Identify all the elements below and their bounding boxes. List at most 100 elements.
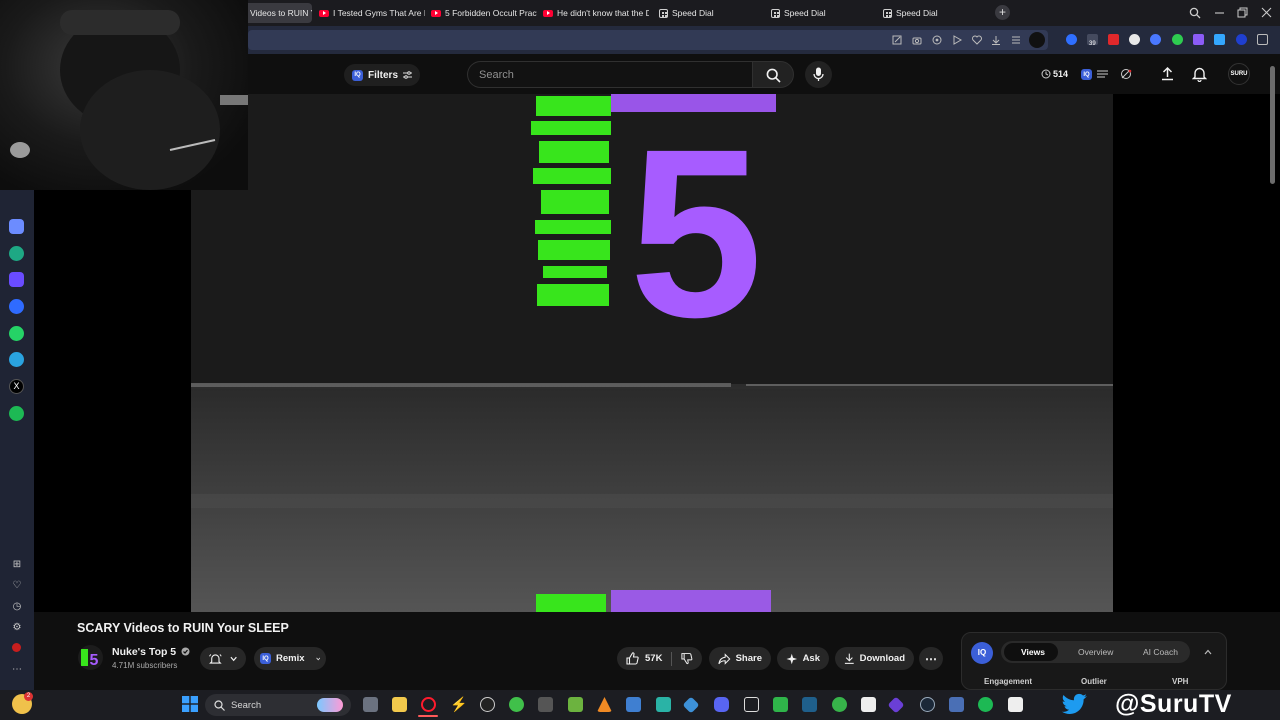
lightning-app-icon[interactable]: ⚡ (450, 697, 467, 712)
heart-icon[interactable]: ♡ (11, 580, 23, 592)
app-icon[interactable] (568, 697, 583, 712)
tab-speed-dial-1[interactable]: Speed Dial (653, 3, 761, 23)
channel-name-text: Nuke's Top 5 (112, 646, 177, 658)
menu-icon[interactable] (1011, 35, 1021, 45)
opera-gx-icon[interactable] (421, 697, 436, 712)
ask-button[interactable]: Ask (777, 647, 829, 670)
heart-icon[interactable] (972, 35, 982, 45)
app-icon[interactable] (832, 697, 847, 712)
search-input[interactable] (467, 61, 753, 88)
tab-youtube-2[interactable]: I Tested Gyms That Are D (313, 3, 425, 23)
filters-label: Filters (368, 69, 399, 81)
app-icon[interactable] (802, 697, 817, 712)
profile-avatar[interactable] (1029, 32, 1045, 48)
app-icon[interactable] (949, 697, 964, 712)
download-label: Download (859, 653, 905, 664)
capcut-icon[interactable] (861, 697, 876, 712)
download-button[interactable]: Download (835, 647, 914, 670)
remix-button[interactable]: IQ Remix (254, 647, 326, 670)
notifications-bell-icon[interactable] (1192, 66, 1207, 82)
address-bar[interactable] (248, 30, 1048, 50)
app-icon[interactable] (773, 697, 788, 712)
settings-icon[interactable]: ⚙ (11, 622, 23, 634)
extension-icon[interactable] (1193, 34, 1204, 45)
tab-search-icon[interactable] (1189, 7, 1201, 19)
chevron-up-icon[interactable] (1204, 649, 1212, 655)
voice-search-button[interactable] (805, 61, 832, 88)
discord-icon[interactable] (714, 697, 729, 712)
upload-icon[interactable] (1160, 66, 1175, 81)
history-icon[interactable]: ◷ (11, 601, 23, 613)
thumbs-down-icon[interactable] (681, 652, 693, 665)
extension-icon[interactable] (1066, 34, 1077, 45)
messenger-icon[interactable] (9, 299, 24, 314)
channel-avatar[interactable]: 5 (78, 645, 103, 670)
tab-youtube-1[interactable]: Videos to RUIN Yo (244, 3, 312, 23)
app-icon[interactable] (509, 697, 524, 712)
subscribed-notifications-button[interactable] (200, 647, 246, 670)
tab-label: Videos to RUIN Yo (250, 8, 312, 18)
whatsapp-icon[interactable] (9, 326, 24, 341)
close-window-icon[interactable] (1261, 7, 1272, 18)
list-icon[interactable] (1097, 69, 1108, 79)
spotify-icon[interactable] (978, 697, 993, 712)
iq-icon: IQ (352, 69, 363, 81)
tab-speed-dial-2[interactable]: Speed Dial (765, 3, 873, 23)
tab-views[interactable]: Views (1021, 647, 1045, 657)
edit-icon[interactable] (892, 35, 902, 45)
app-icon[interactable] (656, 697, 671, 712)
extension-icon[interactable] (1236, 34, 1247, 45)
record-icon[interactable] (12, 643, 21, 652)
more-icon[interactable]: ⋯ (11, 664, 23, 676)
iq-icon[interactable]: IQ (1081, 69, 1092, 80)
windows-start-icon[interactable] (182, 696, 198, 712)
grid-icon[interactable]: ⊞ (11, 559, 23, 571)
webcam-overlay (0, 0, 248, 190)
download-icon[interactable] (991, 35, 1001, 45)
extension-icon[interactable] (1108, 34, 1119, 45)
account-avatar[interactable]: SURU (1228, 63, 1250, 85)
extensions-menu-icon[interactable] (1257, 34, 1268, 45)
filters-button[interactable]: IQ Filters (344, 64, 421, 86)
play-icon[interactable] (952, 35, 962, 45)
sidebar-app-icon[interactable] (9, 272, 24, 287)
spotify-icon[interactable] (9, 406, 24, 421)
taskbar-search[interactable]: Search (205, 694, 351, 716)
tab-youtube-3[interactable]: 5 Forbidden Occult Practic (425, 3, 537, 23)
extension-icon[interactable] (1172, 34, 1183, 45)
app-icon[interactable] (626, 697, 641, 712)
like-button[interactable]: 57K (626, 652, 662, 665)
chatgpt-icon[interactable] (9, 246, 24, 261)
channel-name[interactable]: Nuke's Top 5 (112, 646, 190, 658)
rss-icon[interactable] (1129, 34, 1140, 45)
app-icon[interactable] (744, 697, 759, 712)
video-player[interactable]: 5 (191, 94, 1113, 612)
more-actions-button[interactable]: ⋯ (919, 647, 943, 670)
restore-icon[interactable] (1237, 7, 1248, 18)
x-twitter-icon[interactable]: X (9, 379, 24, 394)
camera-icon[interactable] (912, 35, 922, 45)
tab-youtube-4[interactable]: He didn't know that the D (537, 3, 649, 23)
extension-icon[interactable] (1214, 34, 1225, 45)
shield-icon[interactable] (932, 35, 942, 45)
steam-icon[interactable] (920, 697, 935, 712)
tab-ai-coach[interactable]: AI Coach (1143, 647, 1178, 657)
telegram-icon[interactable] (9, 352, 24, 367)
app-icon[interactable] (480, 697, 495, 712)
bell-icon (209, 653, 222, 664)
tab-overview[interactable]: Overview (1078, 647, 1113, 657)
clock-icon (1041, 69, 1051, 79)
minimize-icon[interactable] (1214, 7, 1225, 18)
tab-speed-dial-3[interactable]: Speed Dial (877, 3, 985, 23)
sidebar-app-icon[interactable] (9, 219, 24, 234)
task-view-icon[interactable] (363, 697, 378, 712)
share-button[interactable]: Share (709, 647, 771, 670)
app-icon[interactable] (1008, 697, 1023, 712)
app-icon[interactable] (538, 697, 553, 712)
page-scrollbar[interactable] (1270, 66, 1275, 184)
search-button[interactable] (752, 61, 794, 88)
file-explorer-icon[interactable] (392, 697, 407, 712)
extension-icon[interactable] (1150, 34, 1161, 45)
new-tab-button[interactable]: + (995, 5, 1010, 20)
ai-tools-icon[interactable] (1120, 68, 1132, 80)
